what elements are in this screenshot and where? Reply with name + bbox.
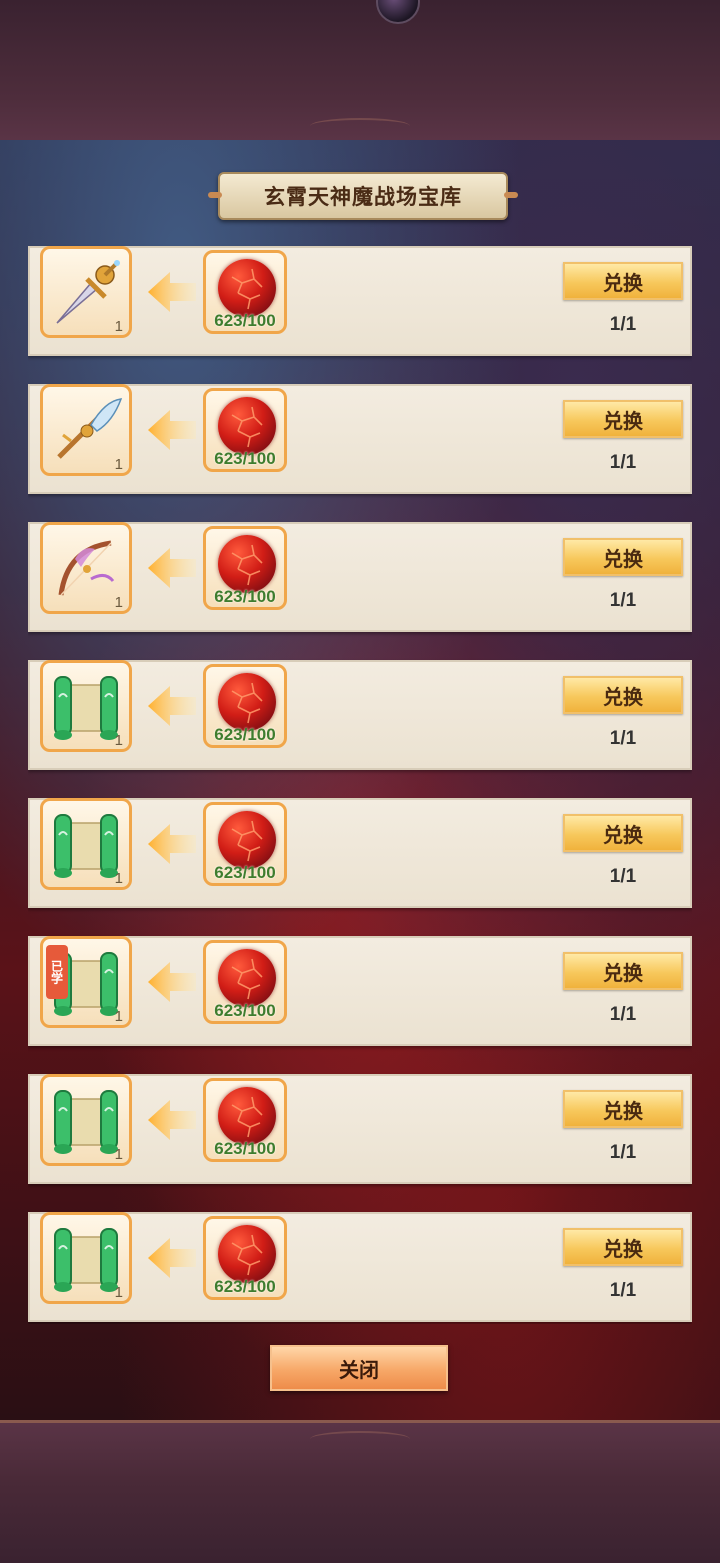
exchange-row: 1 623/100 兑换 1/1 (28, 246, 692, 356)
arrow-left-icon (148, 962, 196, 1002)
reward-slot[interactable]: 1 (40, 660, 132, 752)
cost-slot[interactable]: 623/100 (203, 1078, 287, 1162)
exchange-button[interactable]: 兑换 (563, 1228, 683, 1266)
cost-slot[interactable]: 623/100 (203, 664, 287, 748)
exchange-limit: 1/1 (609, 728, 637, 749)
exchange-row: 1 623/100 兑换 1/1 (28, 798, 692, 908)
cost-count: 623/100 (214, 1277, 276, 1296)
exchange-row: 已学 1 623/100 兑换 1/1 (28, 936, 692, 1046)
frame-ornament (310, 118, 410, 134)
frame-ornament (310, 1431, 410, 1447)
red-orb-icon (218, 1225, 276, 1283)
exchange-row: 1 623/100 兑换 1/1 (28, 384, 692, 494)
cost-count: 623/100 (214, 863, 276, 882)
reward-count: 1 (114, 1284, 123, 1301)
arrow-left-icon (148, 1100, 196, 1140)
cost-slot[interactable]: 623/100 (203, 250, 287, 334)
exchange-button[interactable]: 兑换 (563, 952, 683, 990)
exchange-button[interactable]: 兑换 (563, 538, 683, 576)
exchange-button[interactable]: 兑换 (563, 814, 683, 852)
reward-count: 1 (114, 1146, 123, 1163)
red-orb-icon (218, 811, 276, 869)
cost-slot[interactable]: 623/100 (203, 526, 287, 610)
red-orb-icon (218, 1087, 276, 1145)
reward-count: 1 (114, 732, 123, 749)
reward-count: 1 (114, 1008, 123, 1025)
exchange-limit: 1/1 (609, 1280, 637, 1301)
exchange-button[interactable]: 兑换 (563, 1090, 683, 1128)
cost-count: 623/100 (214, 311, 276, 330)
exchange-limit: 1/1 (609, 590, 637, 611)
reward-slot[interactable]: 已学 1 (40, 936, 132, 1028)
red-orb-icon (218, 397, 276, 455)
cost-count: 623/100 (214, 587, 276, 606)
reward-slot[interactable]: 1 (40, 1212, 132, 1304)
scroll-icon (47, 1081, 125, 1164)
bow-icon (47, 529, 125, 612)
cost-count: 623/100 (214, 725, 276, 744)
cost-count: 623/100 (214, 1001, 276, 1020)
exchange-button[interactable]: 兑换 (563, 262, 683, 300)
cost-slot[interactable]: 623/100 (203, 388, 287, 472)
reward-slot[interactable]: 1 (40, 1074, 132, 1166)
red-orb-icon (218, 949, 276, 1007)
reward-count: 1 (114, 870, 123, 887)
exchange-limit: 1/1 (609, 1004, 637, 1025)
cost-slot[interactable]: 623/100 (203, 802, 287, 886)
glaive-icon (47, 391, 125, 474)
close-button[interactable]: 关闭 (270, 1345, 448, 1391)
exchange-row: 1 623/100 兑换 1/1 (28, 660, 692, 770)
reward-slot[interactable]: 1 (40, 384, 132, 476)
reward-count: 1 (114, 318, 123, 335)
arrow-left-icon (148, 410, 196, 450)
exchange-limit: 1/1 (609, 866, 637, 887)
arrow-left-icon (148, 1238, 196, 1278)
exchange-limit: 1/1 (609, 452, 637, 473)
exchange-list[interactable]: 1 623/100 兑换 1/1 1 623/100 兑换 1/1 1 623/… (28, 244, 692, 1324)
cost-count: 623/100 (214, 449, 276, 468)
exchange-button[interactable]: 兑换 (563, 400, 683, 438)
page-title: 玄霄天神魔战场宝库 (208, 172, 518, 220)
scroll-icon (47, 1219, 125, 1302)
scroll-icon (47, 667, 125, 750)
reward-slot[interactable]: 1 (40, 246, 132, 338)
bottom-frame (0, 1420, 720, 1563)
red-orb-icon (218, 535, 276, 593)
sword-icon (47, 253, 125, 336)
arrow-left-icon (148, 824, 196, 864)
orb-ornament-icon (376, 0, 420, 24)
reward-count: 1 (114, 594, 123, 611)
arrow-left-icon (148, 272, 196, 312)
reward-count: 1 (114, 456, 123, 473)
red-orb-icon (218, 259, 276, 317)
top-frame (0, 0, 720, 143)
cost-slot[interactable]: 623/100 (203, 1216, 287, 1300)
arrow-left-icon (148, 548, 196, 588)
scroll-icon (47, 805, 125, 888)
exchange-limit: 1/1 (609, 1142, 637, 1163)
exchange-row: 1 623/100 兑换 1/1 (28, 522, 692, 632)
exchange-row: 1 623/100 兑换 1/1 (28, 1212, 692, 1322)
arrow-left-icon (148, 686, 196, 726)
exchange-limit: 1/1 (609, 314, 637, 335)
exchange-button[interactable]: 兑换 (563, 676, 683, 714)
red-orb-icon (218, 673, 276, 731)
reward-slot[interactable]: 1 (40, 798, 132, 890)
reward-slot[interactable]: 1 (40, 522, 132, 614)
cost-slot[interactable]: 623/100 (203, 940, 287, 1024)
exchange-row: 1 623/100 兑换 1/1 (28, 1074, 692, 1184)
cost-count: 623/100 (214, 1139, 276, 1158)
learned-badge: 已学 (46, 945, 68, 999)
